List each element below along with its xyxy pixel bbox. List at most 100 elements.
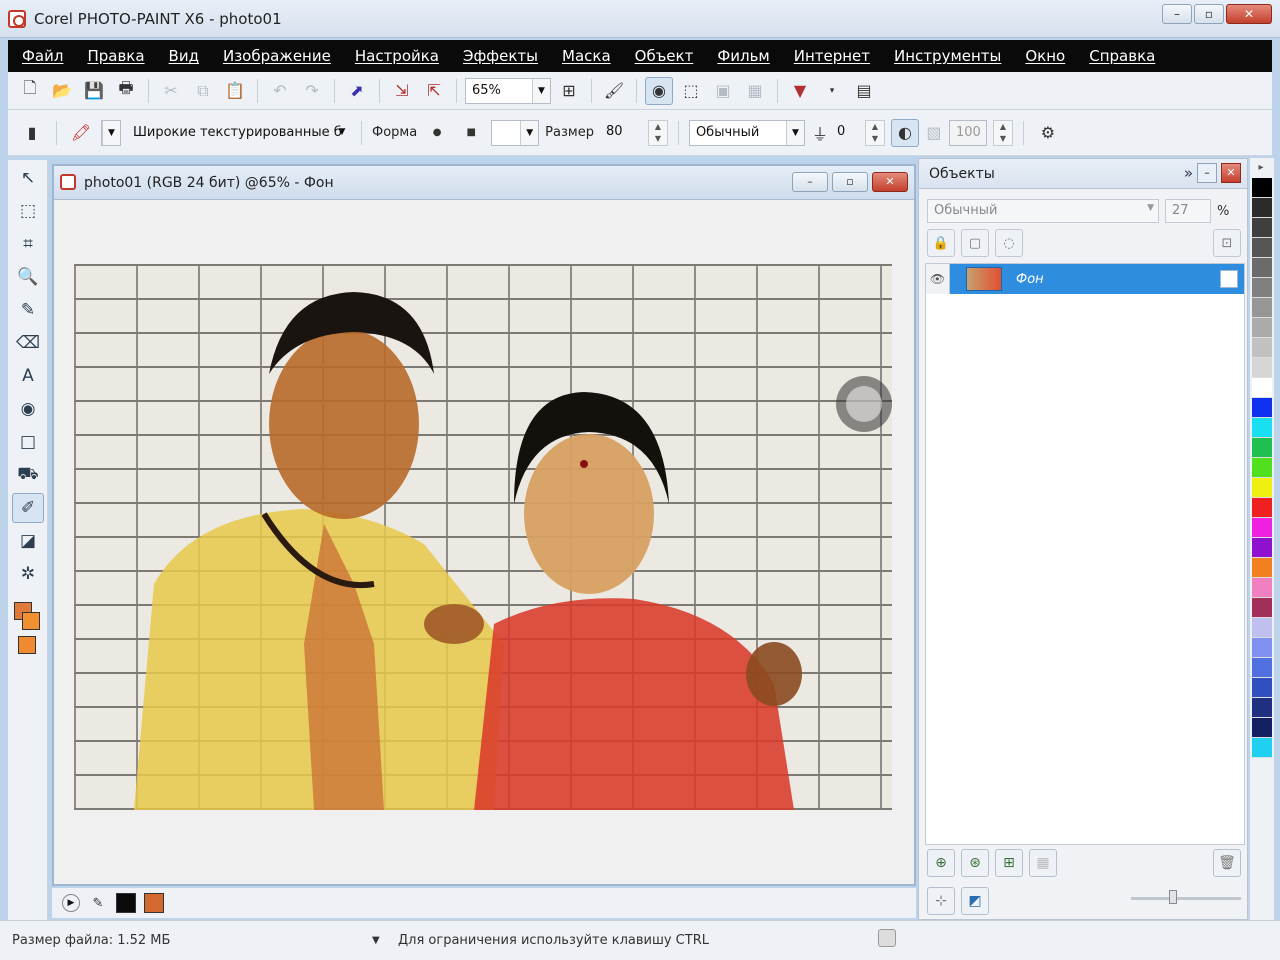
paste-icon[interactable]: 📋 — [221, 77, 249, 105]
palette-color-chip[interactable] — [1252, 278, 1272, 298]
zoom-select[interactable]: 65% ▼ — [465, 77, 551, 104]
maximize-button[interactable]: ▫ — [1194, 4, 1224, 24]
menu-movie[interactable]: Фильм — [717, 47, 769, 65]
lock-transparency-icon[interactable]: ▢ — [961, 229, 989, 257]
text-tool-icon[interactable]: A — [12, 361, 44, 391]
docker-minimize-button[interactable]: – — [1197, 163, 1217, 183]
palette-color-chip[interactable] — [1252, 198, 1272, 218]
doc-maximize-button[interactable]: ▫ — [832, 172, 868, 192]
combine-icon[interactable]: ▦ — [1029, 849, 1057, 877]
menu-web[interactable]: Интернет — [794, 47, 870, 65]
red-eye-icon[interactable]: ◉ — [12, 394, 44, 424]
edit-mask-icon[interactable]: ◩ — [961, 887, 989, 915]
new-object-icon[interactable]: ⊕ — [927, 849, 955, 877]
palette-color-chip[interactable] — [1252, 358, 1272, 378]
menu-image[interactable]: Изображение — [223, 47, 331, 65]
palette-color-chip[interactable] — [1252, 478, 1272, 498]
lock-icon[interactable]: 🔒 — [927, 229, 955, 257]
menu-effects[interactable]: Эффекты — [463, 47, 538, 65]
palette-color-chip[interactable] — [1252, 318, 1272, 338]
palette-color-chip[interactable] — [1252, 258, 1272, 278]
print-icon[interactable]: 🖶 — [112, 77, 140, 105]
object-marquee-icon[interactable]: ▣ — [709, 77, 737, 105]
menu-edit[interactable]: Правка — [87, 47, 144, 65]
launcher-icon[interactable]: ⬈ — [343, 77, 371, 105]
paint-tool-icon[interactable]: ✐ — [12, 493, 44, 523]
palette-color-chip[interactable] — [1252, 218, 1272, 238]
menu-adjust[interactable]: Настройка — [355, 47, 439, 65]
canvas-image[interactable] — [74, 264, 892, 810]
new-document-icon[interactable]: 🗋 — [16, 77, 44, 105]
palette-color-chip[interactable] — [1252, 678, 1272, 698]
lock-position-icon[interactable]: ◌ — [995, 229, 1023, 257]
expand-icon[interactable]: » — [1184, 164, 1193, 182]
fill-color-swatch[interactable] — [18, 636, 36, 654]
layer-row[interactable]: 👁 Фон — [926, 264, 1244, 294]
palette-options-icon[interactable]: ▸ — [1250, 158, 1272, 178]
palette-color-chip[interactable] — [1252, 598, 1272, 618]
palette-color-chip[interactable] — [1252, 578, 1272, 598]
clone-tool-icon[interactable]: ✲ — [12, 559, 44, 589]
object-lock-icon[interactable]: ▦ — [741, 77, 769, 105]
merge-mode-select[interactable]: Обычный ▼ — [688, 119, 805, 146]
palette-color-chip[interactable] — [1252, 458, 1272, 478]
eye-icon[interactable]: 👁 — [926, 264, 950, 294]
menu-tools[interactable]: Инструменты — [894, 47, 1001, 65]
thumbnail-size-slider[interactable] — [1169, 890, 1177, 904]
crop-tool-icon[interactable]: ⌗ — [12, 229, 44, 259]
new-lens-icon[interactable]: ⊞ — [995, 849, 1023, 877]
round-nib-icon[interactable]: ● — [423, 119, 451, 147]
docker-close-button[interactable]: ✕ — [1221, 163, 1241, 183]
export-icon[interactable]: ⇱ — [420, 77, 448, 105]
background-color-swatch[interactable] — [22, 612, 40, 630]
menu-help[interactable]: Справка — [1089, 47, 1155, 65]
palette-color-chip[interactable] — [1252, 178, 1272, 198]
layer-opacity-input[interactable]: 27 — [1165, 199, 1211, 223]
color-proof-icon[interactable] — [878, 929, 896, 947]
effect-tool-icon[interactable]: ◪ — [12, 526, 44, 556]
undo-icon[interactable]: ↶ — [266, 77, 294, 105]
menu-mask[interactable]: Маска — [562, 47, 611, 65]
opacity-stepper[interactable]: ▲ ▼ — [992, 119, 1013, 146]
palette-color-chip[interactable] — [1252, 398, 1272, 418]
square-nib-icon[interactable]: ■ — [457, 119, 485, 147]
brush-tool-icon[interactable]: 🖍 — [67, 119, 95, 147]
play-icon[interactable]: ▶ — [62, 894, 80, 912]
palette-color-chip[interactable] — [1252, 618, 1272, 638]
palette-color-chip[interactable] — [1252, 298, 1272, 318]
palette-color-chip[interactable] — [1252, 658, 1272, 678]
palette-color-chip[interactable] — [1252, 238, 1272, 258]
eyedropper-icon[interactable]: ✎ — [88, 893, 108, 913]
mask-overlay-icon[interactable]: ◉ — [645, 76, 673, 105]
palette-color-chip[interactable] — [1252, 418, 1272, 438]
zoom-tool-icon[interactable]: 🔍 — [12, 262, 44, 292]
brush-type-select[interactable]: Широкие текстурированные б ▼ — [127, 120, 351, 146]
copy-icon[interactable]: ⧉ — [189, 77, 217, 105]
tool-reset-icon[interactable]: ▮ — [18, 119, 46, 147]
palette-color-chip[interactable] — [1252, 498, 1272, 518]
size-stepper[interactable]: ▲ ▼ — [647, 119, 668, 146]
opacity-input[interactable]: 100 — [948, 119, 987, 146]
delete-icon[interactable]: 🗑 — [1213, 849, 1241, 877]
menu-view[interactable]: Вид — [169, 47, 199, 65]
menu-window[interactable]: Окно — [1025, 47, 1065, 65]
minimize-button[interactable]: – — [1162, 4, 1192, 24]
import-icon[interactable]: ⇲ — [388, 77, 416, 105]
palette-color-chip[interactable] — [1252, 698, 1272, 718]
dropdown-arrow-icon[interactable]: ▾ — [818, 77, 846, 105]
options-icon[interactable]: ▤ — [850, 77, 878, 105]
eraser-icon[interactable]: ⌫ — [12, 328, 44, 358]
save-icon[interactable]: 💾 — [80, 77, 108, 105]
palette-color-chip[interactable] — [1252, 438, 1272, 458]
brush-options-icon[interactable]: ⚙ — [1034, 119, 1062, 147]
mask-marquee-icon[interactable]: ⬚ — [677, 77, 705, 105]
object-properties-icon[interactable]: ⊡ — [1213, 229, 1241, 257]
transparency-input[interactable]: 0 — [835, 120, 859, 146]
shape-tool-icon[interactable]: □ — [12, 427, 44, 457]
brush-tool-dropdown[interactable]: ▼ — [101, 119, 121, 146]
application-launcher-icon[interactable]: ▼ — [786, 77, 814, 105]
palette-color-chip[interactable] — [1252, 558, 1272, 578]
zoom-fit-icon[interactable]: ⊞ — [555, 77, 583, 105]
transparency-stepper[interactable]: ▲ ▼ — [864, 119, 885, 146]
layer-mask-icon[interactable] — [1220, 270, 1238, 288]
